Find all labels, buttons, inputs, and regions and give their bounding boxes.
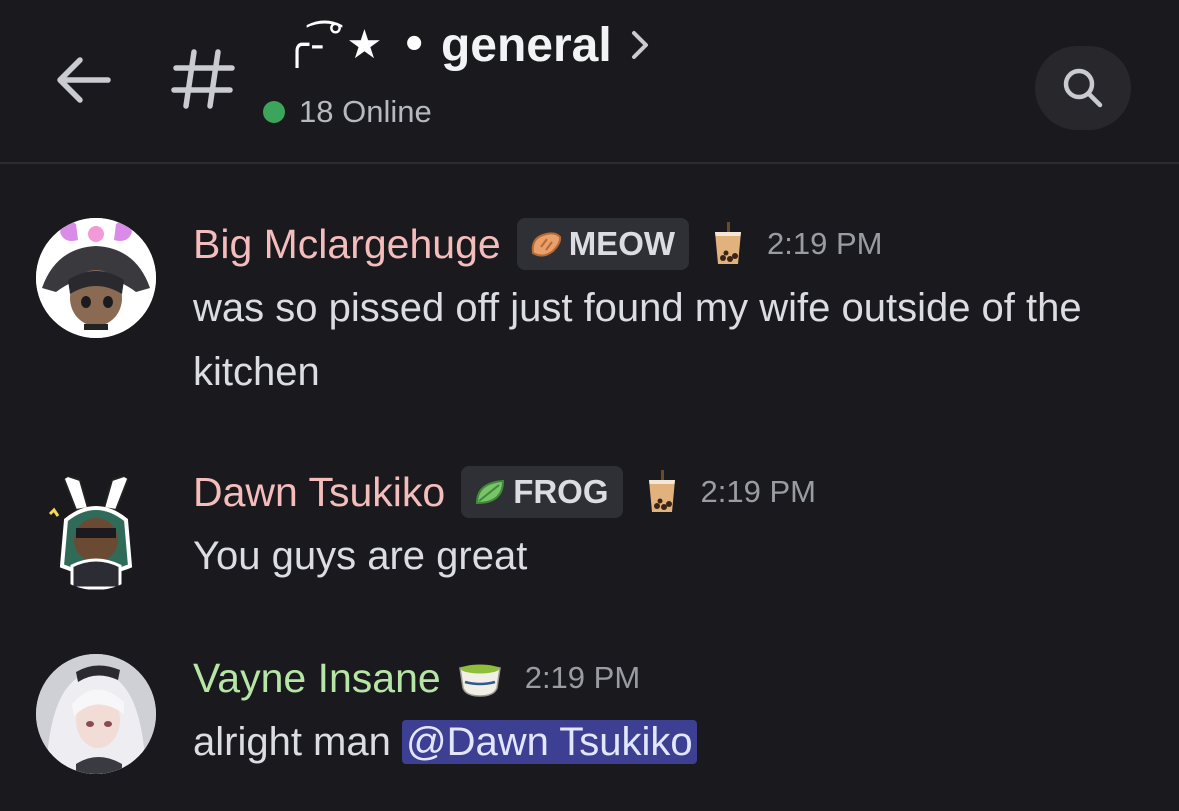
search-icon bbox=[1063, 68, 1103, 108]
timestamp: 2:19 PM bbox=[700, 474, 816, 509]
user-tag[interactable]: FROG bbox=[461, 466, 623, 518]
username[interactable]: Dawn Tsukiko bbox=[193, 469, 445, 516]
online-dot-icon bbox=[263, 101, 285, 123]
back-button[interactable] bbox=[52, 48, 116, 112]
bubble-tea-icon bbox=[715, 222, 742, 264]
message-header: Vayne Insane 2:19 PM bbox=[193, 648, 640, 708]
tag-label: FROG bbox=[513, 473, 609, 510]
chevron-right-icon bbox=[631, 31, 648, 59]
message-header: Dawn Tsukiko FROG 2:19 PM bbox=[193, 462, 816, 522]
leaf-icon bbox=[476, 479, 505, 505]
channel-separator: • bbox=[401, 22, 427, 68]
online-status: 18 Online bbox=[263, 92, 432, 132]
message-text: You guys are great bbox=[193, 534, 528, 578]
search-button[interactable] bbox=[1035, 46, 1131, 130]
message-text: was so pissed off just found my wife out… bbox=[193, 286, 1082, 394]
channel-title-button[interactable]: ╭-͡˚★ • general bbox=[285, 14, 652, 76]
message-text-body: alright man bbox=[193, 720, 402, 764]
bread-icon bbox=[531, 232, 561, 257]
tag-label: MEOW bbox=[568, 225, 676, 262]
avatar[interactable] bbox=[36, 654, 156, 774]
bubble-tea-icon bbox=[648, 470, 675, 512]
username[interactable]: Big Mclargehuge bbox=[193, 221, 501, 268]
channel-name: general bbox=[440, 18, 612, 72]
username[interactable]: Vayne Insane bbox=[193, 655, 441, 702]
channel-hash-icon bbox=[170, 46, 236, 112]
message-header: Big Mclargehuge MEOW 2:19 PM bbox=[193, 214, 882, 274]
message-text: alright man @Dawn Tsukiko bbox=[193, 710, 1153, 774]
avatar[interactable] bbox=[36, 470, 156, 590]
arrow-left-icon bbox=[57, 57, 111, 103]
channel-header: ╭-͡˚★ • general 18 Online bbox=[0, 0, 1179, 164]
user-tag[interactable]: MEOW bbox=[516, 218, 690, 270]
online-count: 18 Online bbox=[299, 94, 432, 129]
timestamp: 2:19 PM bbox=[767, 226, 883, 261]
timestamp: 2:19 PM bbox=[524, 660, 641, 695]
green-tea-icon bbox=[458, 664, 501, 697]
channel-decoration: ╭-͡˚★ bbox=[285, 22, 384, 68]
user-mention[interactable]: @Dawn Tsukiko bbox=[401, 720, 697, 764]
avatar[interactable] bbox=[36, 218, 156, 338]
